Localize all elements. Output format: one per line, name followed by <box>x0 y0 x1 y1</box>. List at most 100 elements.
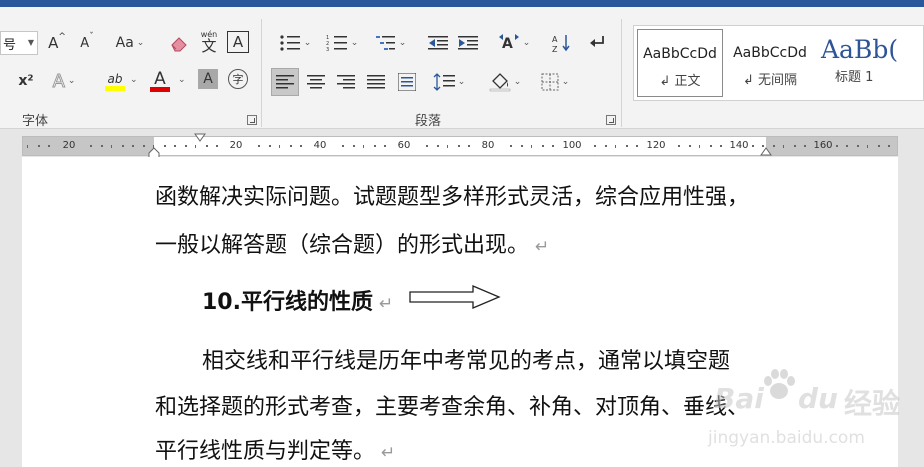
clear-formatting-button[interactable] <box>167 31 191 55</box>
eraser-icon <box>171 37 187 52</box>
chevron-down-icon[interactable]: ⌄ <box>178 75 186 85</box>
increase-indent-button[interactable] <box>456 32 480 54</box>
ruler-label: 40 <box>313 140 327 151</box>
borders-icon <box>541 73 559 91</box>
decrease-indent-button[interactable] <box>426 32 450 54</box>
sort-button[interactable]: AZ <box>550 32 574 54</box>
font-color-button[interactable]: A <box>146 67 174 95</box>
numbering-button[interactable]: 123 ⌄ <box>322 32 362 54</box>
ruler-tick <box>205 145 208 147</box>
ruler-tick <box>699 145 700 148</box>
right-arrow-shape-icon[interactable] <box>409 285 501 309</box>
right-indent-marker-icon[interactable] <box>760 147 772 157</box>
align-left-button[interactable] <box>271 68 299 96</box>
ruler-tick <box>552 145 554 147</box>
ruler-tick <box>258 145 260 147</box>
ruler-label: 140 <box>729 140 749 151</box>
ruler-tick <box>531 145 532 148</box>
ruler-tick <box>877 145 880 147</box>
ribbon: 号 ▼ A ^ Aˇ Aa ⌄ wén 文 A x² A ⌄ ab ⌄ A ⌄ … <box>0 7 924 129</box>
shading-button[interactable]: ⌄ <box>485 69 525 95</box>
paragraph-mark-icon: ↵ <box>378 294 394 314</box>
align-center-button[interactable] <box>303 69 329 95</box>
change-case-button[interactable]: Aa ⌄ <box>110 32 150 54</box>
body-line[interactable]: 一般以解答题（综合题）的形式出现。 ↵ <box>155 227 549 259</box>
font-color-bar <box>150 86 170 92</box>
body-line[interactable]: 函数解决实际问题。试题题型多样形式灵活，综合应用性强， <box>155 179 749 211</box>
ruler-label: 20 <box>229 140 243 151</box>
ruler-label: 160 <box>813 140 833 151</box>
ruler-tick <box>625 145 628 147</box>
justify-button[interactable] <box>363 69 389 95</box>
body-line[interactable]: 相交线和平行线是历年中考常见的考点，通常以填空题 <box>202 343 730 375</box>
align-center-icon <box>307 75 325 89</box>
ruler-tick <box>48 145 50 147</box>
character-border-button[interactable]: A <box>227 31 249 53</box>
ruler-tick <box>720 145 722 147</box>
svg-text:A: A <box>552 35 558 44</box>
paragraph-dialog-launcher-icon[interactable] <box>606 115 616 125</box>
paragraph-mark-icon: ↵ <box>381 443 396 463</box>
ruler-tick <box>678 145 680 147</box>
ruler-tick <box>342 145 344 147</box>
text-effects-button[interactable]: A ⌄ <box>50 69 78 93</box>
font-size-combobox[interactable]: 号 ▼ <box>0 31 38 55</box>
text-width-icon: A <box>498 34 519 52</box>
ruler-label: 120 <box>646 140 666 151</box>
body-line[interactable]: 平行线性质与判定等。 ↵ <box>155 433 395 465</box>
ruler-tick <box>804 145 806 147</box>
group-divider <box>621 19 622 127</box>
ruler-tick <box>27 145 28 148</box>
body-line[interactable]: 和选择题的形式考查，主要考查余角、补角、对顶角、垂线、 <box>155 389 749 421</box>
style-heading-1[interactable]: AaBb( 标题 1 <box>817 29 921 97</box>
ruler-tick <box>279 145 280 148</box>
svg-text:A: A <box>502 36 513 52</box>
ruler-tick <box>384 145 386 147</box>
ruler-tick <box>688 145 691 147</box>
svg-text:3: 3 <box>326 47 329 52</box>
justify-icon <box>367 75 385 89</box>
ruler-tick <box>289 145 292 147</box>
ruler-tick <box>793 145 796 147</box>
grow-font-button[interactable]: A ^ <box>46 32 68 54</box>
highlight-color-button[interactable]: ab <box>97 67 133 95</box>
ruler-tick <box>363 145 364 148</box>
multilevel-list-icon <box>375 36 395 50</box>
shrink-font-button[interactable]: Aˇ <box>76 32 98 54</box>
style-normal[interactable]: AaBbCcDd ↲ 正文 <box>637 29 723 97</box>
first-line-indent-marker-icon[interactable] <box>194 133 206 143</box>
ruler-tick <box>888 145 890 147</box>
horizontal-ruler[interactable]: 20 20 40 60 80 100 120 140 160 <box>22 133 898 159</box>
bullets-button[interactable]: ⌄ <box>275 32 315 54</box>
watermark-brand: Bai <box>714 382 764 415</box>
chevron-down-icon[interactable]: ▼ <box>28 38 34 47</box>
title-band <box>0 0 924 7</box>
distributed-align-button[interactable] <box>394 69 420 95</box>
section-heading[interactable]: 10.平行线的性质 ↵ <box>202 284 393 316</box>
font-size-value: 号 <box>3 37 17 53</box>
ruler-tick <box>184 145 187 147</box>
character-scaling-button[interactable]: A ⌄ <box>495 32 533 54</box>
style-no-spacing[interactable]: AaBbCcDd ↲ 无间隔 <box>727 29 813 97</box>
align-right-button[interactable] <box>333 69 359 95</box>
phonetic-guide-button[interactable]: wén 文 <box>197 28 221 56</box>
character-shading-button[interactable]: A <box>198 69 218 89</box>
ruler-tick <box>594 145 596 147</box>
superscript-button[interactable]: x² <box>14 70 38 92</box>
svg-text:Z: Z <box>552 45 558 53</box>
multilevel-list-button[interactable]: ⌄ <box>370 32 410 54</box>
show-hide-marks-button[interactable] <box>585 32 609 54</box>
chevron-down-icon[interactable]: ⌄ <box>130 75 138 85</box>
ruler-tick <box>636 145 638 147</box>
ruler-tick <box>121 145 124 147</box>
font-dialog-launcher-icon[interactable] <box>247 115 257 125</box>
group-divider <box>261 19 262 127</box>
ruler-tick <box>132 145 134 147</box>
paragraph-mark-icon: ↵ <box>535 237 550 257</box>
enclose-characters-button[interactable]: 字 <box>228 69 248 89</box>
line-spacing-button[interactable]: ⌄ <box>430 69 468 95</box>
styles-gallery: AaBbCcDd ↲ 正文 AaBbCcDd ↲ 无间隔 AaBb( 标题 1 <box>633 25 924 101</box>
borders-button[interactable]: ⌄ <box>535 69 575 95</box>
paragraph-group-label: 段落 <box>415 114 442 129</box>
ruler-tick <box>142 145 145 147</box>
